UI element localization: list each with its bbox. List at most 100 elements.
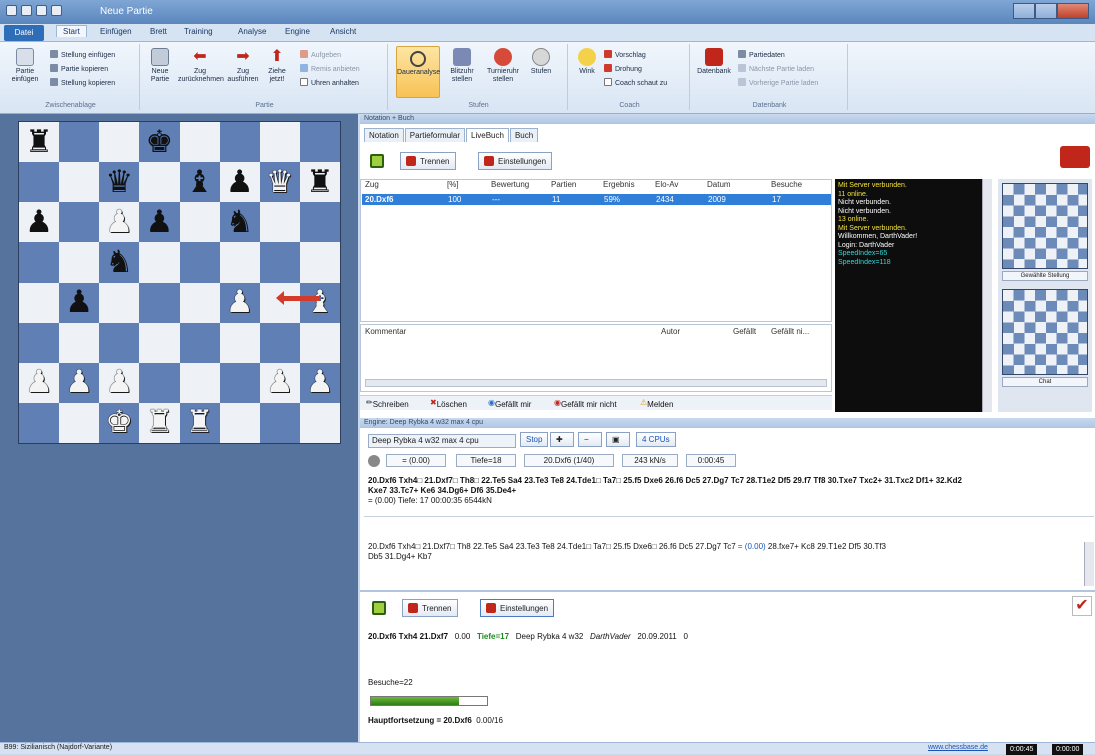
col-result[interactable]: Ergebnis: [603, 180, 635, 189]
tab-scoresheet[interactable]: Partieformular: [404, 128, 466, 142]
board-square[interactable]: ♟: [219, 162, 260, 203]
white-pawn-icon[interactable]: ♟: [65, 367, 93, 398]
black-rook-icon[interactable]: ♜: [25, 126, 53, 158]
board-square[interactable]: ♟: [99, 202, 140, 243]
board-square[interactable]: [299, 202, 340, 243]
board-square[interactable]: ♛: [99, 162, 140, 203]
board-square[interactable]: ♞: [219, 202, 260, 243]
board-square[interactable]: [59, 402, 100, 443]
disconnect-button[interactable]: Trennen: [402, 599, 458, 617]
board-square[interactable]: [59, 122, 100, 163]
black-pawn-icon[interactable]: ♟: [25, 206, 53, 238]
black-rook-icon[interactable]: ♜: [306, 166, 334, 198]
undo-icon[interactable]: [36, 5, 47, 16]
menu-engine[interactable]: Engine: [285, 27, 310, 36]
board-square[interactable]: [259, 322, 300, 363]
board-square[interactable]: [179, 202, 220, 243]
black-queen-icon[interactable]: ♛: [105, 166, 133, 198]
white-queen-icon[interactable]: ♛: [266, 166, 294, 198]
resign-button[interactable]: Aufgeben: [300, 50, 341, 59]
settings-button[interactable]: Einstellungen: [478, 152, 553, 170]
board-square[interactable]: [179, 282, 220, 323]
black-knight-icon[interactable]: ♞: [226, 206, 254, 238]
board-square[interactable]: [139, 362, 180, 403]
board-square[interactable]: [99, 322, 140, 363]
board-square[interactable]: [219, 362, 260, 403]
game-data-button[interactable]: Partiedaten: [738, 50, 785, 59]
report-button[interactable]: ⚠ Melden: [640, 398, 673, 409]
col-comment[interactable]: Kommentar: [365, 327, 406, 336]
col-date[interactable]: Datum: [707, 180, 731, 189]
col-elo[interactable]: Elo-Av: [655, 180, 678, 189]
white-bishop-icon[interactable]: ♝: [306, 287, 334, 318]
white-pawn-icon[interactable]: ♟: [105, 367, 133, 398]
engine-scrollbar[interactable]: [1084, 542, 1094, 586]
app-icon[interactable]: [6, 5, 17, 16]
board-square[interactable]: ♟: [19, 362, 60, 403]
board-square[interactable]: ♚: [99, 402, 140, 443]
black-pawn-icon[interactable]: ♟: [146, 206, 174, 238]
stop-button[interactable]: Stop: [520, 432, 549, 447]
col-percent[interactable]: [%]: [447, 180, 459, 189]
board-square[interactable]: [299, 402, 340, 443]
board-square[interactable]: [299, 322, 340, 363]
horizontal-scrollbar[interactable]: [365, 379, 827, 387]
board-square[interactable]: [219, 402, 260, 443]
white-rook-icon[interactable]: ♜: [146, 407, 174, 438]
black-king-icon[interactable]: ♚: [146, 126, 174, 158]
mini-board-chat[interactable]: [1002, 289, 1088, 375]
board-square[interactable]: [179, 322, 220, 363]
board-square[interactable]: [59, 162, 100, 203]
board-square[interactable]: ♟: [99, 362, 140, 403]
board-square[interactable]: [299, 122, 340, 163]
like-button[interactable]: ◉ Gefällt mir: [488, 398, 531, 409]
board-square[interactable]: [219, 322, 260, 363]
blitz-clock-button[interactable]: Blitzuhr stellen: [446, 48, 478, 84]
load-previous-game-button[interactable]: Vorherige Partie laden: [738, 78, 818, 87]
tab-book[interactable]: Buch: [509, 128, 539, 142]
board-square[interactable]: [19, 282, 60, 323]
mini-board-selected[interactable]: [1002, 183, 1088, 269]
take-back-button[interactable]: ⬅ Zug zurücknehmen: [178, 48, 224, 84]
board-square[interactable]: ♜: [179, 402, 220, 443]
settings-button[interactable]: Einstellungen: [480, 599, 555, 617]
coach-watches-checkbox[interactable]: Coach schaut zu: [604, 78, 667, 87]
board-square[interactable]: [139, 322, 180, 363]
col-games[interactable]: Partien: [551, 180, 576, 189]
board-square[interactable]: ♟: [19, 202, 60, 243]
levels-button[interactable]: Stufen: [526, 48, 556, 76]
board-square[interactable]: [59, 242, 100, 283]
board-square[interactable]: ♜: [19, 122, 60, 163]
board-square[interactable]: [219, 122, 260, 163]
checkmark-icon[interactable]: ✔: [1072, 596, 1092, 616]
white-pawn-icon[interactable]: ♟: [306, 367, 334, 398]
board-square[interactable]: [259, 402, 300, 443]
col-like[interactable]: Gefällt: [733, 327, 756, 336]
chat-scrollbar[interactable]: [982, 179, 992, 412]
board-square[interactable]: ♝: [179, 162, 220, 203]
dislike-button[interactable]: ◉ Gefällt mir nicht: [554, 398, 617, 409]
tab-livebook[interactable]: LiveBuch: [466, 128, 509, 142]
col-visits[interactable]: Besuche: [771, 180, 802, 189]
menu-start[interactable]: Start: [56, 25, 87, 37]
board-square[interactable]: [139, 242, 180, 283]
board-square[interactable]: [259, 242, 300, 283]
menu-board[interactable]: Brett: [150, 27, 167, 36]
copy-line-button[interactable]: ▣: [606, 432, 630, 447]
paste-game-button[interactable]: Partie einfügen: [8, 48, 42, 84]
col-evaluation[interactable]: Bewertung: [491, 180, 529, 189]
copy-game-button[interactable]: Partie kopieren: [50, 64, 108, 73]
board-square[interactable]: [179, 122, 220, 163]
menu-insert[interactable]: Einfügen: [100, 27, 132, 36]
copy-position-button[interactable]: Stellung kopieren: [50, 78, 115, 87]
board-square[interactable]: [139, 282, 180, 323]
black-knight-icon[interactable]: ♞: [105, 246, 133, 278]
black-pawn-icon[interactable]: ♟: [226, 166, 254, 198]
remove-line-button[interactable]: −: [578, 432, 602, 447]
board-square[interactable]: [219, 242, 260, 283]
connection-status-icon[interactable]: [370, 154, 384, 168]
execute-move-button[interactable]: ➡ Zug ausführen: [226, 48, 260, 84]
black-pawn-icon[interactable]: ♟: [65, 287, 93, 318]
stop-clocks-checkbox[interactable]: Uhren anhalten: [300, 78, 359, 87]
chessboard[interactable]: ♜ ♚ ♛ ♝ ♟ ♛ ♜ ♟ ♟ ♟ ♞ ♞ ♟ ♟ ♝ ♟ ♟ ♟ ♟ ♟ ♚ ♜ ♜: [18, 121, 341, 444]
